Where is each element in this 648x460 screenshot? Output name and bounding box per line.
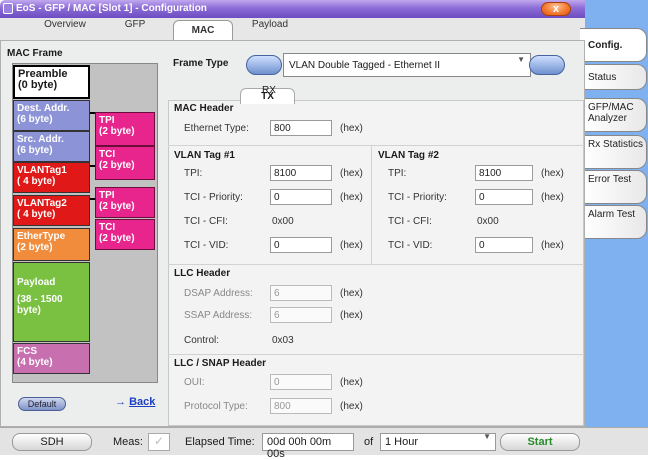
- default-button[interactable]: Default: [18, 397, 66, 411]
- tab-alarm-test[interactable]: Alarm Test: [585, 205, 647, 239]
- block-payload[interactable]: Payload (38 - 1500 byte): [13, 262, 90, 342]
- tab-rx[interactable]: RX: [262, 85, 276, 96]
- block-vlantag1[interactable]: VLANTag1( 4 byte): [13, 162, 90, 193]
- title-bar: EoS - GFP / MAC [Slot 1] - Configuration: [0, 0, 585, 18]
- meas-label: Meas:: [113, 436, 143, 448]
- vlan1-tpi-input[interactable]: 8100: [270, 165, 332, 181]
- ssap-input[interactable]: 6: [270, 307, 332, 323]
- top-tab-bar: Overview GFP MAC Payload: [0, 18, 585, 42]
- close-icon: x: [552, 3, 560, 15]
- ssap-label: SSAP Address:: [184, 310, 253, 321]
- back-link[interactable]: → Back: [115, 396, 155, 408]
- tab-rx-statistics[interactable]: Rx Statistics: [585, 135, 647, 169]
- section-divider: [168, 145, 584, 146]
- vlan2-vid-label: TCI - VID:: [388, 240, 433, 251]
- close-button[interactable]: x: [541, 2, 571, 16]
- ethertype-input[interactable]: 800: [270, 120, 332, 136]
- subblock-tpi-1[interactable]: TPI (2 byte): [95, 112, 155, 146]
- meas-checkbox[interactable]: ✓: [148, 433, 170, 451]
- hex-unit: (hex): [340, 240, 363, 251]
- tab-error-test[interactable]: Error Test: [585, 170, 647, 204]
- section-divider: [168, 264, 584, 265]
- section-divider: [168, 354, 584, 355]
- block-src-addr[interactable]: Src. Addr. (6 byte): [13, 131, 90, 162]
- hex-unit: (hex): [541, 240, 564, 251]
- check-icon: ✓: [154, 434, 165, 448]
- window-title: EoS - GFP / MAC [Slot 1] - Configuration: [16, 3, 207, 14]
- block-fcs[interactable]: FCS (4 byte): [13, 343, 90, 374]
- frame-type-next-button[interactable]: [529, 55, 565, 75]
- vlan2-priority-label: TCI - Priority:: [388, 192, 447, 203]
- vlan2-title: VLAN Tag #2: [378, 150, 439, 161]
- snap-header-title: LLC / SNAP Header: [174, 358, 267, 369]
- frame-type-select[interactable]: VLAN Double Tagged - Ethernet II ▼: [283, 53, 531, 77]
- vlan2-tpi-input[interactable]: 8100: [475, 165, 533, 181]
- status-bar: SDH Meas: ✓ Elapsed Time: 00d 00h 00m 00…: [0, 427, 648, 460]
- control-label: Control:: [184, 335, 220, 346]
- block-preamble[interactable]: Preamble (0 byte): [13, 65, 90, 99]
- tab-mac[interactable]: MAC: [173, 20, 233, 42]
- oui-input[interactable]: 0: [270, 374, 332, 390]
- tab-gfp[interactable]: GFP: [110, 18, 160, 40]
- vlan2-priority-input[interactable]: 0: [475, 189, 533, 205]
- vlan2-cfi-label: TCI - CFI:: [388, 216, 432, 227]
- protocol-type-label: Protocol Type:: [184, 401, 248, 412]
- mac-header-title: MAC Header: [174, 103, 234, 114]
- mac-frame-title: MAC Frame: [7, 48, 63, 59]
- hex-unit: (hex): [340, 168, 363, 179]
- hex-unit: (hex): [541, 192, 564, 203]
- dropdown-arrow-icon: ▼: [483, 432, 491, 441]
- sdh-button[interactable]: SDH: [12, 433, 92, 451]
- hex-unit: (hex): [340, 192, 363, 203]
- duration-select[interactable]: 1 Hour ▼: [380, 432, 496, 451]
- frame-type-label: Frame Type: [173, 58, 229, 69]
- elapsed-time-value: 00d 00h 00m 00s: [262, 433, 354, 460]
- ethertype-label: Ethernet Type:: [184, 123, 249, 134]
- protocol-type-input[interactable]: 800: [270, 398, 332, 414]
- vlan1-tpi-label: TPI:: [184, 168, 203, 179]
- dsap-label: DSAP Address:: [184, 288, 253, 299]
- llc-header-title: LLC Header: [174, 268, 231, 279]
- start-button[interactable]: Start: [500, 433, 580, 451]
- hex-unit: (hex): [340, 123, 363, 134]
- vlan1-vid-label: TCI - VID:: [184, 240, 229, 251]
- frame-type-prev-button[interactable]: [246, 55, 282, 75]
- vlan1-priority-label: TCI - Priority:: [184, 192, 243, 203]
- hex-unit: (hex): [541, 168, 564, 179]
- subblock-tci-1[interactable]: TCI (2 byte): [95, 146, 155, 180]
- vlan1-vid-input[interactable]: 0: [270, 237, 332, 253]
- vlan1-cfi-value: 0x00: [272, 216, 294, 227]
- tab-status[interactable]: Status: [585, 64, 647, 90]
- dropdown-arrow-icon: ▼: [517, 55, 525, 64]
- subblock-tpi-2[interactable]: TPI (2 byte): [95, 187, 155, 218]
- block-dest-addr[interactable]: Dest. Addr. (6 byte): [13, 100, 90, 131]
- vlan2-vid-input[interactable]: 0: [475, 237, 533, 253]
- vlan1-title: VLAN Tag #1: [174, 150, 235, 161]
- hex-unit: (hex): [340, 310, 363, 321]
- block-vlantag2[interactable]: VLANTag2( 4 byte): [13, 195, 90, 226]
- vlan1-priority-input[interactable]: 0: [270, 189, 332, 205]
- tab-payload[interactable]: Payload: [240, 18, 300, 40]
- hex-unit: (hex): [340, 288, 363, 299]
- tab-overview[interactable]: Overview: [35, 18, 95, 40]
- control-value: 0x03: [272, 335, 294, 346]
- tab-config[interactable]: Config.: [580, 28, 647, 62]
- vlan2-cfi-value: 0x00: [477, 216, 499, 227]
- vlan1-cfi-label: TCI - CFI:: [184, 216, 228, 227]
- subblock-tci-2[interactable]: TCI (2 byte): [95, 219, 155, 250]
- block-ethertype[interactable]: EtherType (2 byte): [13, 228, 90, 261]
- arrow-right-icon: →: [115, 396, 126, 408]
- of-label: of: [364, 436, 374, 448]
- hex-unit: (hex): [340, 377, 363, 388]
- section-divider: [371, 146, 372, 264]
- dsap-input[interactable]: 6: [270, 285, 332, 301]
- hex-unit: (hex): [340, 401, 363, 412]
- oui-label: OUI:: [184, 377, 205, 388]
- app-icon: [3, 3, 13, 14]
- elapsed-time-label: Elapsed Time:: [185, 436, 255, 448]
- tx-content-panel: [168, 100, 584, 426]
- vlan2-tpi-label: TPI:: [388, 168, 407, 179]
- tab-gfp-mac-analyzer[interactable]: GFP/MAC Analyzer: [585, 98, 647, 132]
